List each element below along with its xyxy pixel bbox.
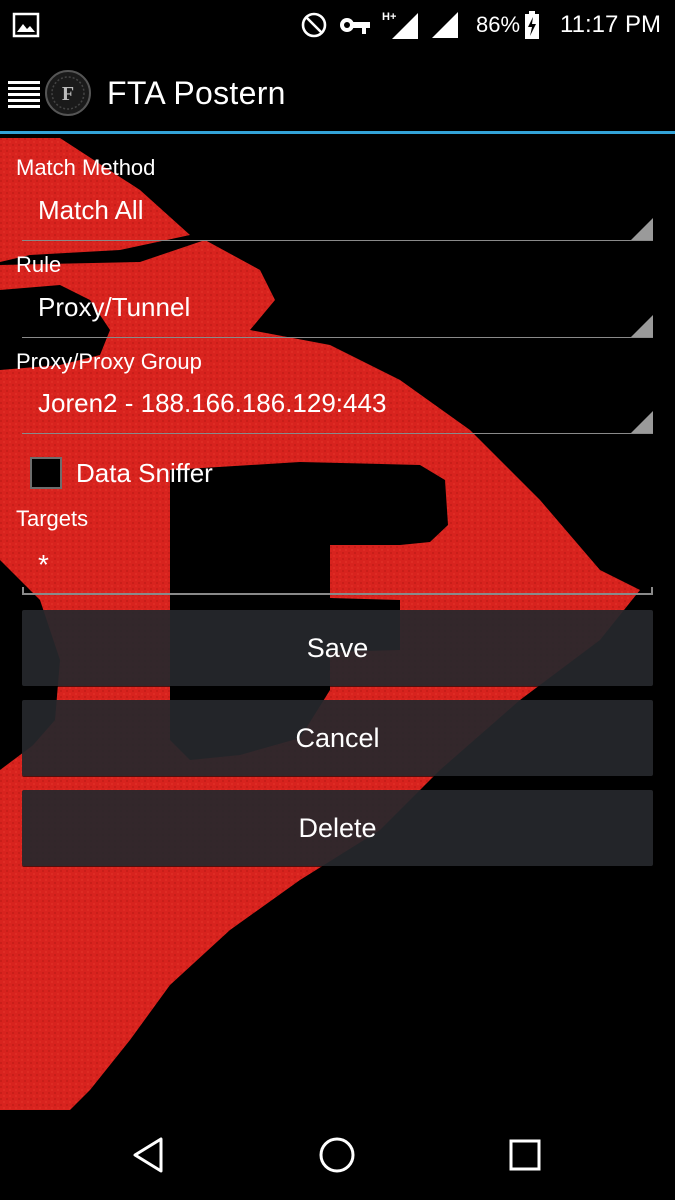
proxy-label: Proxy/Proxy Group (16, 349, 202, 374)
data-sniffer-checkbox[interactable] (30, 457, 62, 489)
recents-icon (509, 1139, 541, 1171)
cancel-button[interactable]: Cancel (22, 700, 653, 776)
targets-value: * (38, 549, 49, 580)
clock: 11:17 PM (560, 11, 661, 38)
spinner-underline (22, 433, 653, 434)
signal-h-plus-icon: H+ (382, 11, 418, 39)
recents-button[interactable] (500, 1130, 550, 1180)
app-bar: F FTA Postern (0, 50, 675, 134)
app-bar-divider (0, 131, 675, 134)
targets-label: Targets (16, 506, 89, 531)
match-method-label: Match Method (16, 155, 156, 180)
data-sniffer-label: Data Sniffer (76, 457, 213, 488)
proxy-spinner[interactable]: Joren2 - 188.166.186.129:443 (22, 378, 653, 434)
spinner-underline (22, 337, 653, 338)
home-icon (319, 1137, 355, 1173)
data-sniffer-row[interactable]: Data Sniffer (28, 453, 213, 493)
input-tick-left (22, 587, 24, 595)
rule-label: Rule (16, 252, 62, 277)
vpn-key-icon (340, 18, 370, 34)
menu-button[interactable]: F (0, 60, 98, 126)
back-icon (133, 1137, 163, 1173)
input-tick-right (651, 587, 653, 595)
hamburger-menu-icon (8, 81, 40, 108)
dropdown-corner-icon (631, 218, 653, 240)
save-button[interactable]: Save (22, 610, 653, 686)
rule-value: Proxy/Tunnel (38, 292, 191, 322)
gallery-icon (12, 12, 40, 38)
status-icons: H+ 86% 11:17 PM (300, 0, 661, 50)
proxy-value: Joren2 - 188.166.186.129:443 (38, 388, 387, 418)
battery-percent: 86% (476, 12, 521, 37)
dropdown-corner-icon (631, 411, 653, 433)
do-not-disturb-icon (301, 12, 327, 38)
navigation-bar (0, 1110, 675, 1200)
app-title: FTA Postern (107, 75, 286, 111)
home-button[interactable] (312, 1130, 362, 1180)
rule-spinner[interactable]: Proxy/Tunnel (22, 282, 653, 338)
match-method-spinner[interactable]: Match All (22, 185, 653, 241)
app-logo-icon: F (45, 70, 91, 116)
status-bar: H+ 86% 11:17 PM (0, 0, 675, 50)
signal-icon (432, 12, 458, 38)
input-underline (22, 593, 653, 595)
match-method-value: Match All (38, 195, 144, 225)
delete-button[interactable]: Delete (22, 790, 653, 866)
svg-text:F: F (62, 83, 74, 105)
targets-input[interactable]: * (22, 537, 653, 595)
back-button[interactable] (124, 1130, 174, 1180)
spinner-underline (22, 240, 653, 241)
battery-charging-icon (525, 11, 540, 39)
svg-text:H+: H+ (382, 11, 396, 23)
dropdown-corner-icon (631, 315, 653, 337)
